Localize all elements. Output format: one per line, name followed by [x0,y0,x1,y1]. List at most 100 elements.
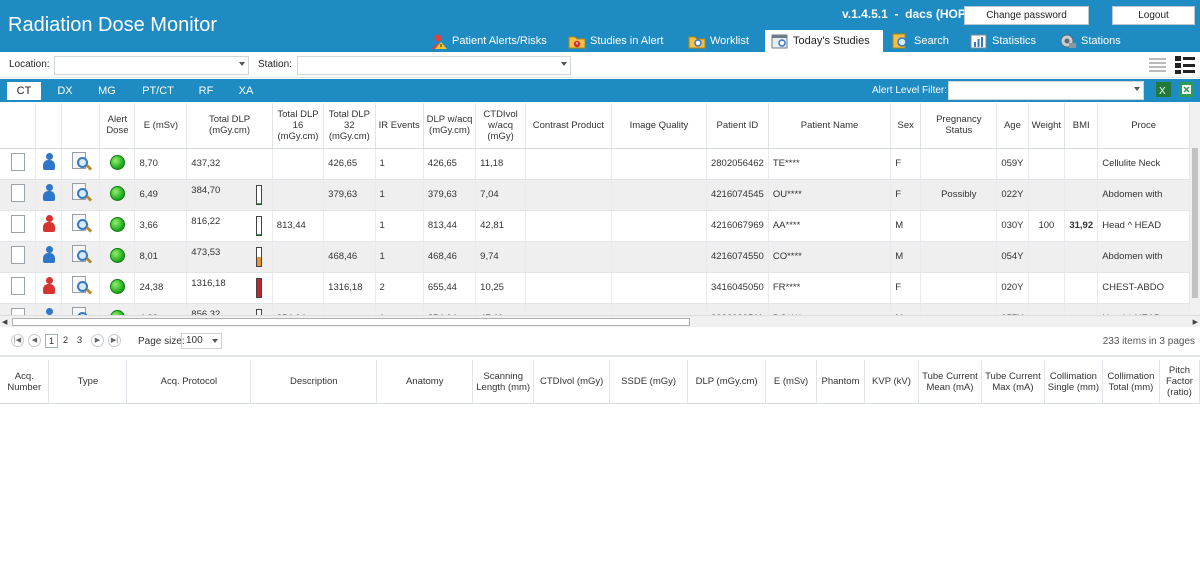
nav-label: Stations [1081,35,1121,47]
patient-icon[interactable] [42,277,55,295]
vertical-scrollbar[interactable] [1190,103,1200,315]
column-header[interactable]: Proce [1097,103,1190,149]
report-document-icon[interactable] [6,215,25,235]
horizontal-scrollbar[interactable]: ◀ ▶ [0,315,1200,327]
first-page-button[interactable]: |◀ [11,334,24,347]
alert-level-filter-select[interactable] [948,81,1144,100]
logout-button[interactable]: Logout [1112,6,1195,25]
detail-column-header[interactable]: DLP (mGy.cm) [687,360,767,403]
column-header[interactable]: Alert Dose [99,103,136,149]
last-page-button[interactable]: ▶| [108,334,121,347]
report-document-icon[interactable] [6,277,25,297]
detail-column-header[interactable]: Acq. Number [0,360,50,403]
column-header[interactable]: Total DLP 32 (mGy.cm) [323,103,376,149]
column-header[interactable]: Sex [890,103,922,149]
view-study-icon[interactable] [71,307,91,315]
detail-column-header[interactable]: Collimation Single (mm) [1044,360,1103,403]
patient-icon[interactable] [42,215,55,233]
column-header[interactable]: Total DLP 16 (mGy.cm) [272,103,325,149]
report-document-icon[interactable] [6,153,25,173]
nav-search[interactable]: Search [886,30,955,52]
station-select[interactable] [297,56,571,75]
patient-icon[interactable] [42,246,55,264]
prev-page-button[interactable]: ◀ [28,334,41,347]
tab-dx[interactable]: DX [50,82,80,100]
column-header[interactable]: IR Events [375,103,424,149]
patient-icon[interactable] [42,153,55,171]
page-1-link[interactable]: 1 [45,334,58,348]
column-header[interactable] [35,103,63,149]
scroll-thumb[interactable] [12,318,690,326]
column-header[interactable]: BMI [1064,103,1099,149]
table-row[interactable]: 3,66 816,22 813,44 1 813,44 42,81 4216067969 AA… [0,210,1190,242]
detail-column-header[interactable]: CTDIvol (mGy) [533,360,611,403]
detail-column-header[interactable]: E (mSv) [765,360,818,403]
view-study-icon[interactable] [71,183,93,203]
table-row[interactable]: 6,49 384,70 379,63 1 379,63 7,04 4216074545 OU*… [0,179,1190,211]
column-header[interactable] [61,103,101,149]
tab-mg[interactable]: MG [92,82,122,100]
excel-export-icon[interactable]: X [1156,82,1171,97]
column-header[interactable]: Patient ID [706,103,769,149]
column-header[interactable]: Image Quality [611,103,707,149]
detail-column-header[interactable]: Description [250,360,378,403]
report-document-icon[interactable] [6,246,25,266]
next-page-button[interactable]: ▶ [91,334,104,347]
change-password-button[interactable]: Change password [964,6,1089,25]
patient-icon[interactable] [43,308,55,315]
detail-column-header[interactable]: SSDE (mGy) [609,360,689,403]
tab-rf[interactable]: RF [193,82,219,100]
nav-studies-in-alert[interactable]: Studies in Alert [562,30,669,52]
page-size-select[interactable]: 100 [181,333,222,349]
column-header[interactable]: Age [996,103,1029,149]
detail-column-header[interactable]: Scanning Length (mm) [472,360,535,403]
column-header[interactable]: Pregnancy Status [920,103,998,149]
detail-column-header[interactable]: KVP (kV) [864,360,919,403]
tab-xa[interactable]: XA [232,82,260,100]
column-header[interactable]: Weight [1028,103,1066,149]
column-header[interactable] [0,103,37,149]
nav-statistics[interactable]: Statistics [964,30,1042,52]
column-header[interactable]: CTDIvol w/acq (mGy) [475,103,526,149]
table-row[interactable]: 8,70 437,32 426,65 1 426,65 11,18 2802056462 TE… [0,148,1190,180]
tab-ptct[interactable]: PT/CT [138,82,178,100]
view-study-icon[interactable] [71,276,93,296]
detail-column-header[interactable]: Tube Current Max (mA) [981,360,1045,403]
table-row[interactable]: 8,01 473,53 468,46 1 468,46 9,74 4216074550 CO*… [0,241,1190,273]
list-view-icon[interactable] [1149,57,1166,72]
detail-column-header[interactable]: Acq. Protocol [126,360,252,403]
detail-column-header[interactable]: Collimation Total (mm) [1102,360,1160,403]
page-2-link[interactable]: 2 [59,334,72,348]
scroll-thumb[interactable] [1192,148,1198,298]
view-study-icon[interactable] [71,214,93,234]
page-3-link[interactable]: 3 [73,334,86,348]
column-header[interactable]: Patient Name [768,103,892,149]
table-row[interactable]: 24,38 1316,18 1316,18 2 655,44 10,25 341604505… [0,272,1190,304]
location-select[interactable] [54,56,249,75]
nav-patient-alerts[interactable]: Patient Alerts/Risks [424,30,553,52]
column-header[interactable]: Total DLP (mGy.cm) [186,103,273,149]
column-header[interactable]: Contrast Product [525,103,612,149]
scroll-right-icon[interactable]: ▶ [1193,318,1198,326]
detail-column-header[interactable]: Phantom [816,360,865,403]
view-study-icon[interactable] [71,245,93,265]
column-header[interactable]: E (mSv) [134,103,188,149]
nav-stations[interactable]: Stations [1053,30,1127,52]
view-study-icon[interactable] [71,152,93,172]
column-header[interactable]: DLP w/acq (mGy.cm) [423,103,477,149]
tab-ct[interactable]: CT [7,82,41,100]
nav-worklist[interactable]: Worklist [682,30,755,52]
splitter[interactable] [0,355,1200,357]
detail-view-icon[interactable] [1175,55,1195,74]
detail-column-header[interactable]: Type [48,360,128,403]
table-row[interactable]: 4,32856,32854,041854,0447,113326022511DO… [0,303,1190,315]
patient-icon[interactable] [42,184,55,202]
detail-column-header[interactable]: Pitch Factor (ratio) [1159,360,1200,403]
excel-export-all-icon[interactable] [1179,82,1194,97]
scroll-left-icon[interactable]: ◀ [2,318,7,326]
detail-column-header[interactable]: Tube Current Mean (mA) [918,360,982,403]
nav-todays-studies[interactable]: Today's Studies [765,30,883,52]
detail-column-header[interactable]: Anatomy [376,360,474,403]
report-document-icon[interactable] [6,184,25,204]
report-document-icon[interactable] [6,308,25,315]
